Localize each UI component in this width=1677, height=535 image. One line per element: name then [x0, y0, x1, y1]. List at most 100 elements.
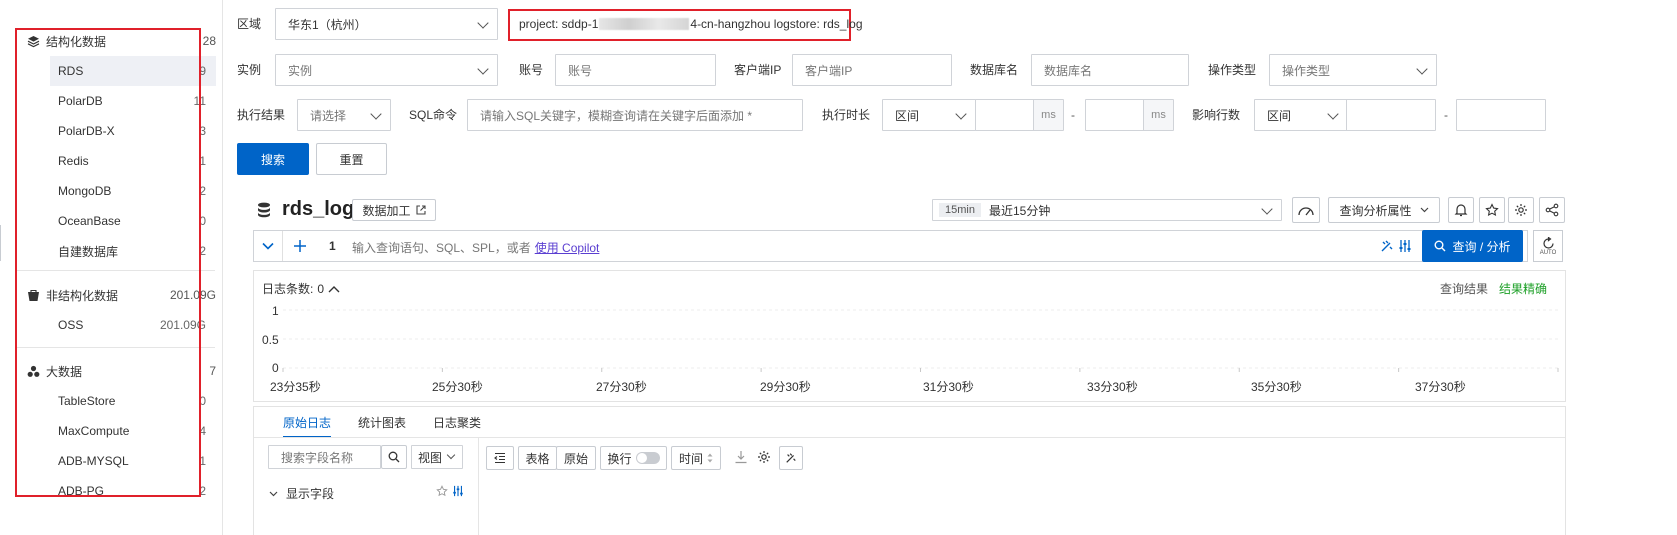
query-props-label: 查询分析属性	[1339, 203, 1412, 218]
client-ip-placeholder: 客户端IP	[805, 63, 853, 78]
chevron-down-icon	[1416, 63, 1428, 75]
external-link-icon	[415, 205, 426, 215]
account-input[interactable]: 账号	[555, 54, 716, 86]
duration-mode-select[interactable]: 区间	[882, 99, 976, 131]
tab-raw-logs[interactable]: 原始日志	[283, 414, 332, 438]
duration-label: 执行时长	[822, 108, 871, 122]
format-tool-icon[interactable]	[1380, 239, 1394, 253]
rows-min-input[interactable]	[1346, 99, 1436, 131]
project-info: project: sddp-1 4-cn-hangzhou logstore: …	[519, 17, 863, 31]
collapse-fields-button[interactable]	[486, 446, 514, 470]
display-fields-header[interactable]: 显示字段	[269, 485, 334, 502]
view-select[interactable]: 视图	[411, 445, 463, 469]
exec-result-select[interactable]: 请选择	[297, 99, 391, 131]
data-process-button[interactable]: 数据加工	[352, 199, 436, 221]
ms-unit: ms	[1143, 100, 1173, 130]
region-value: 华东1（杭州）	[288, 17, 367, 32]
expand-query-button[interactable]	[254, 231, 283, 261]
range-dash: -	[1071, 108, 1075, 122]
time-range-select[interactable]: 15min 最近15分钟	[932, 199, 1282, 221]
plus-icon	[294, 240, 306, 252]
share-button[interactable]	[1539, 197, 1565, 223]
format-tool-button[interactable]	[779, 446, 803, 470]
star-icon[interactable]	[436, 485, 448, 497]
gear-icon[interactable]	[757, 450, 771, 464]
copilot-link[interactable]: 使用 Copilot	[535, 239, 600, 256]
x-tick: 33分30秒	[1087, 380, 1138, 394]
search-button[interactable]: 搜索	[237, 143, 309, 175]
table-view-button[interactable]: 表格	[518, 446, 557, 470]
log-count[interactable]: 日志条数: 0	[262, 280, 340, 297]
wrap-label: 换行	[607, 451, 632, 466]
speed-gauge-button[interactable]	[1292, 197, 1320, 223]
op-type-select[interactable]: 操作类型	[1269, 54, 1437, 86]
download-icon[interactable]	[734, 450, 748, 464]
time-sort-button[interactable]: 时间	[671, 446, 721, 470]
filter-sliders-icon[interactable]	[1398, 239, 1412, 253]
x-tick: 35分30秒	[1251, 380, 1302, 394]
tabs-divider	[254, 437, 1565, 438]
chevron-down-icon	[446, 450, 456, 460]
query-analyze-button[interactable]: 查询 / 分析	[1422, 230, 1523, 262]
share-icon	[1545, 203, 1559, 217]
wrap-toggle[interactable]: 换行	[600, 446, 667, 470]
db-name-placeholder: 数据库名	[1044, 63, 1093, 78]
range-dash: -	[1444, 108, 1448, 122]
instance-select[interactable]: 实例	[275, 54, 498, 86]
rows-max-input[interactable]	[1456, 99, 1546, 131]
region-label: 区域	[237, 17, 262, 31]
result-exact-label: 结果精确	[1499, 282, 1548, 296]
project-info-tail: 4-cn-hangzhou logstore: rds_log	[690, 17, 863, 31]
db-name-input[interactable]: 数据库名	[1031, 54, 1189, 86]
auto-refresh-button[interactable]: AUTO	[1533, 230, 1563, 262]
query-props-button[interactable]: 查询分析属性	[1328, 197, 1440, 223]
x-tick: 25分30秒	[432, 380, 483, 394]
chevron-down-icon	[477, 63, 489, 75]
settings-button[interactable]	[1508, 197, 1534, 223]
chevron-down-icon	[1261, 203, 1273, 215]
logstore-name: rds_log	[282, 198, 355, 220]
sql-input[interactable]: 请输入SQL关键字，模糊查询请在关键字后面添加 *	[467, 99, 803, 131]
tab-log-clustering[interactable]: 日志聚类	[433, 414, 481, 438]
reset-button[interactable]: 重置	[316, 143, 387, 175]
view-label: 视图	[418, 450, 443, 465]
field-panel-divider	[478, 438, 479, 535]
rows-mode-select[interactable]: 区间	[1254, 99, 1348, 131]
x-tick: 37分30秒	[1415, 380, 1466, 394]
chevron-down-icon	[262, 242, 274, 250]
query-placeholder: 输入查询语句、SQL、SPL，或者	[352, 241, 531, 255]
project-info-text: project: sddp-1	[519, 17, 599, 31]
duration-min-input[interactable]: ms	[975, 99, 1064, 131]
bell-icon	[1454, 204, 1468, 217]
add-query-button[interactable]	[284, 231, 316, 261]
log-count-label: 日志条数:	[262, 282, 314, 296]
exec-result-label: 执行结果	[237, 108, 286, 122]
star-icon	[1485, 203, 1499, 217]
op-type-placeholder: 操作类型	[1282, 63, 1331, 78]
gauge-icon	[1298, 207, 1314, 216]
sql-placeholder: 请输入SQL关键字，模糊查询请在关键字后面添加 *	[480, 108, 753, 123]
region-select[interactable]: 华东1（杭州）	[275, 8, 498, 40]
gear-icon	[1515, 204, 1527, 216]
filter-sliders-icon[interactable]	[452, 485, 464, 497]
query-editor[interactable]: 输入查询语句、SQL、SPL，或者 使用 Copilot	[352, 239, 599, 256]
tab-charts[interactable]: 统计图表	[358, 414, 406, 438]
query-result-label: 查询结果	[1440, 282, 1489, 296]
redacted-block	[599, 18, 690, 30]
format-tool-icon	[786, 453, 796, 463]
raw-view-button[interactable]: 原始	[556, 446, 596, 470]
toggle-switch	[635, 452, 660, 464]
op-type-label: 操作类型	[1208, 63, 1257, 77]
field-search-input[interactable]: 搜索字段名称	[268, 445, 381, 469]
chevron-down-icon	[955, 108, 967, 120]
sidebar-group-count: 28	[202, 34, 216, 48]
alert-button[interactable]	[1448, 197, 1474, 223]
favorite-button[interactable]	[1479, 197, 1505, 223]
collapse-handle[interactable]	[0, 225, 1, 261]
client-ip-input[interactable]: 客户端IP	[792, 54, 952, 86]
field-search-button[interactable]	[381, 445, 407, 469]
duration-max-input[interactable]: ms	[1085, 99, 1174, 131]
sql-label: SQL命令	[409, 108, 458, 122]
chevron-down-icon	[477, 17, 489, 29]
chevron-down-icon	[1420, 207, 1428, 213]
